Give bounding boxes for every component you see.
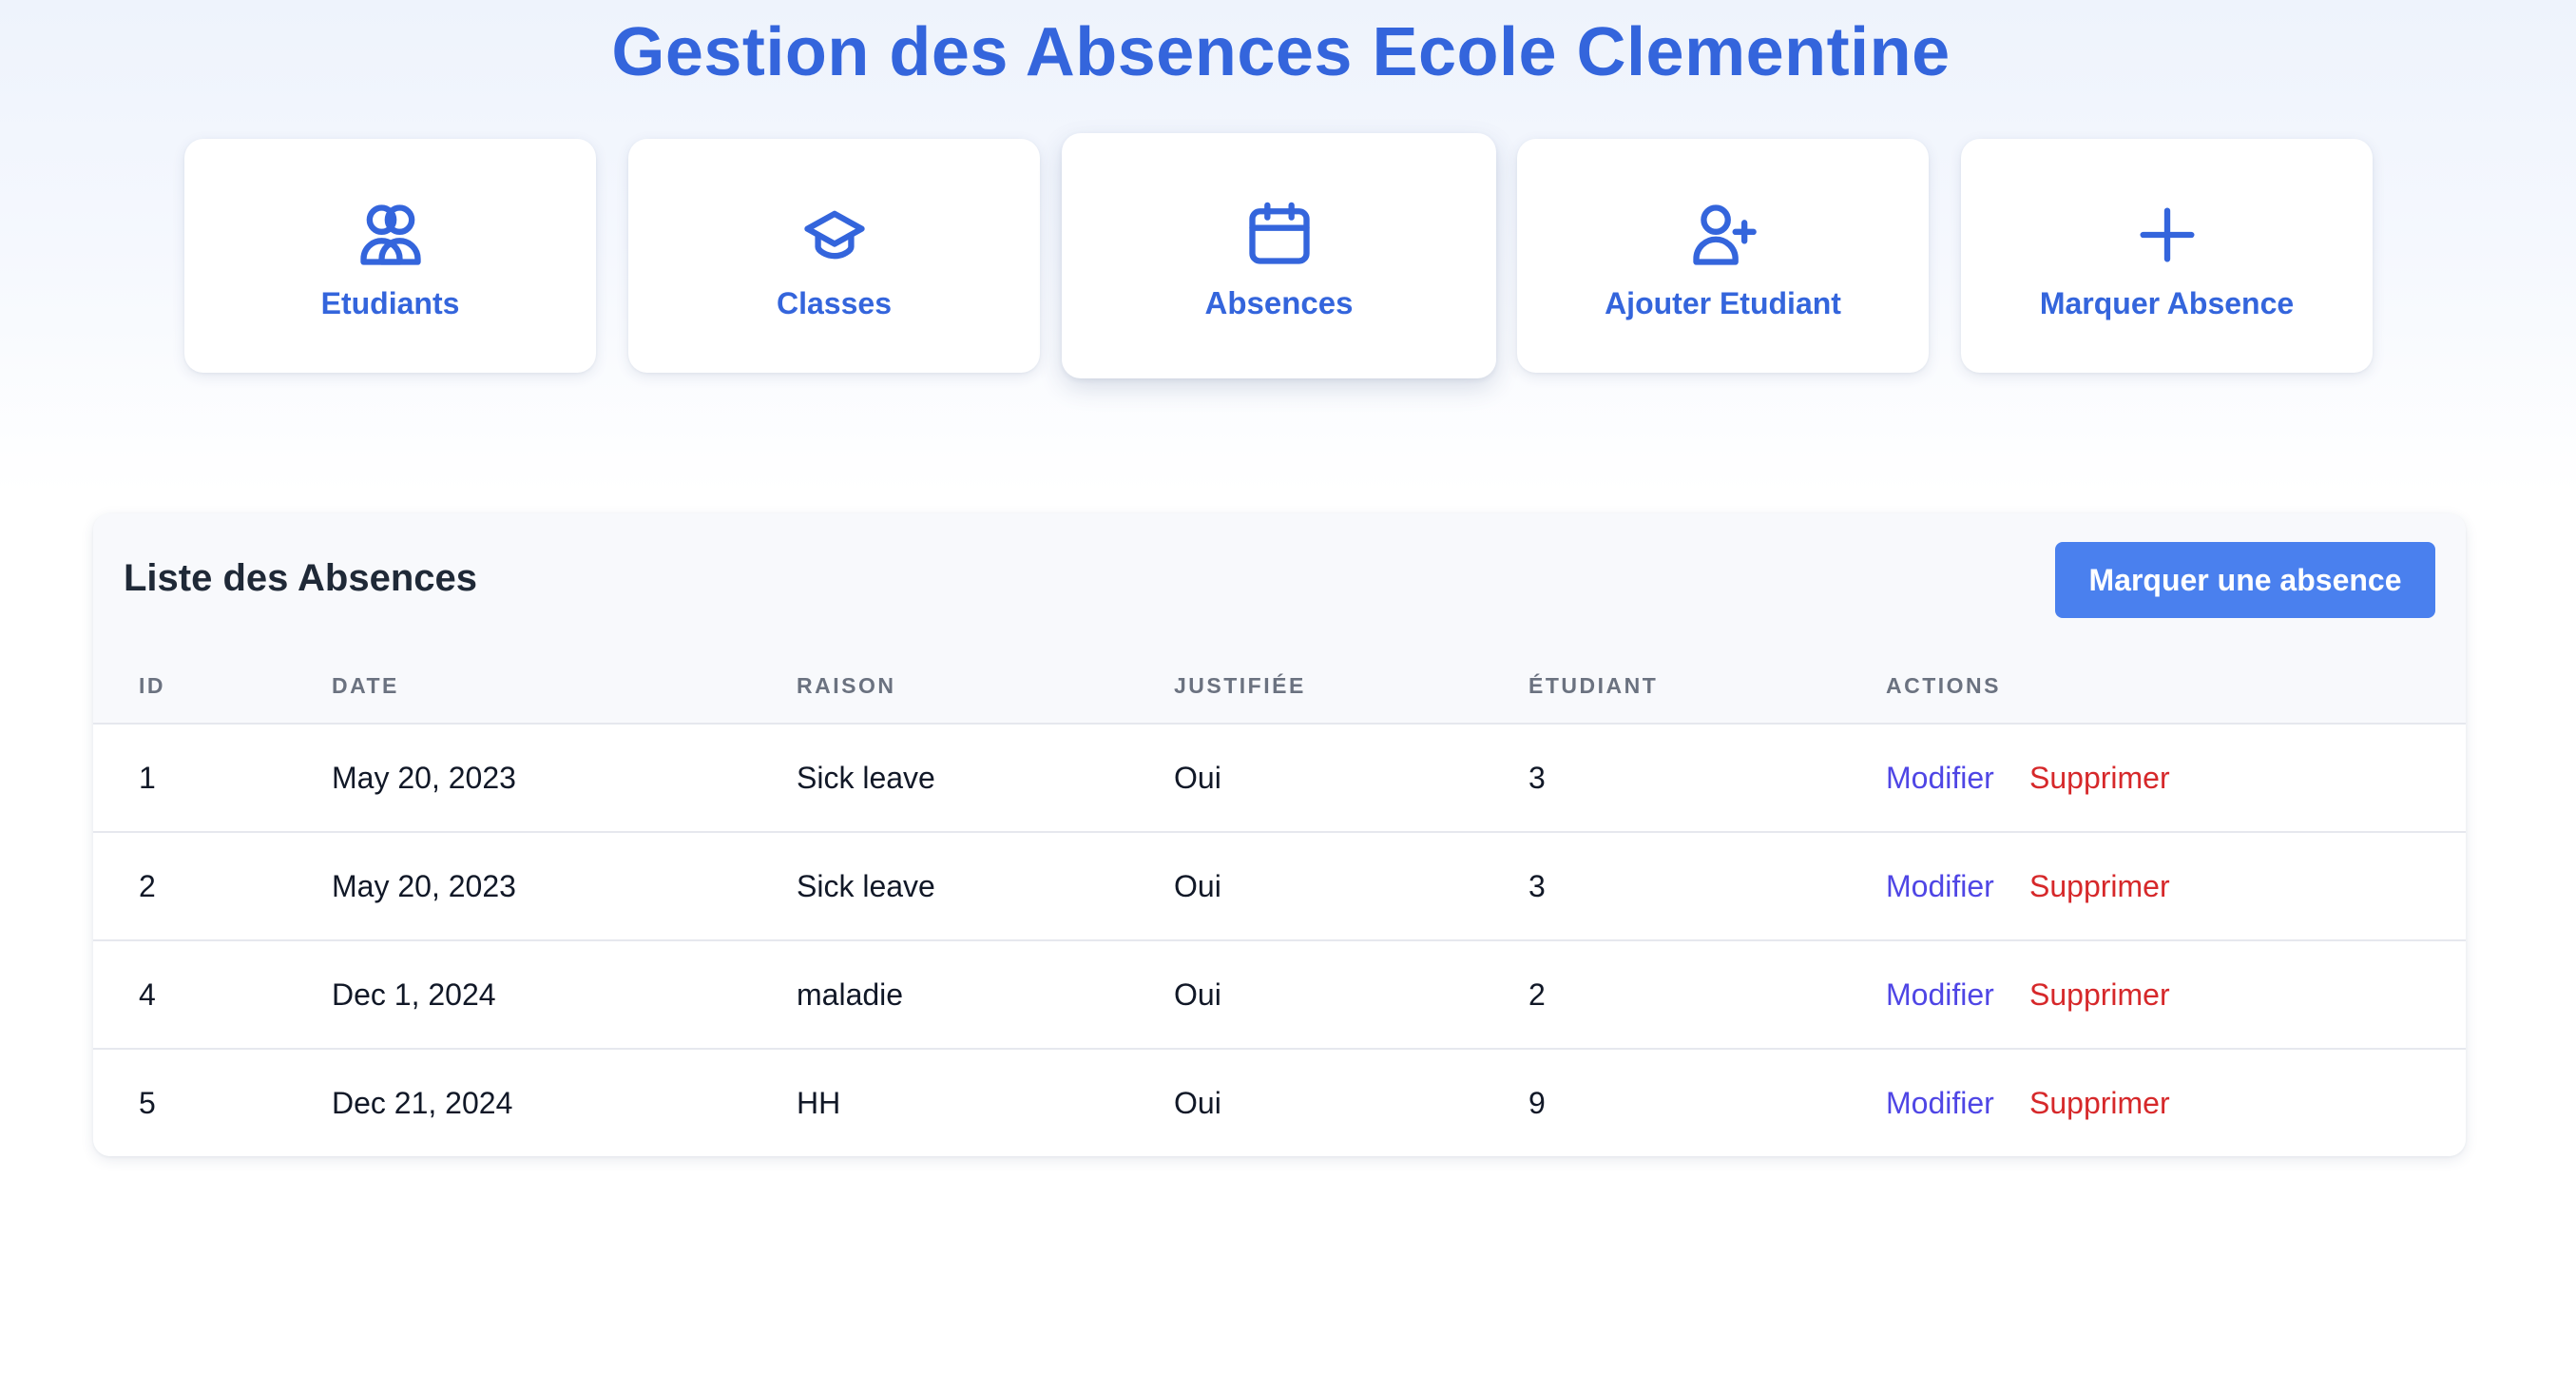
cell-date: May 20, 2023 xyxy=(332,761,516,795)
panel-header: Liste des Absences Marquer une absence I… xyxy=(93,513,2466,725)
cell-date: Dec 21, 2024 xyxy=(332,1086,513,1120)
absences-panel: Liste des Absences Marquer une absence I… xyxy=(93,513,2466,1156)
nav-card-absences[interactable]: Absences xyxy=(1062,133,1496,378)
cell-reason: maladie xyxy=(797,977,904,1012)
cell-student: 3 xyxy=(1528,761,1546,795)
nav-card-classes[interactable]: Classes xyxy=(628,139,1040,373)
calendar-icon xyxy=(1243,198,1316,270)
cell-student: 9 xyxy=(1528,1086,1546,1120)
delete-link[interactable]: Supprimer xyxy=(2029,869,2170,904)
cell-justified: Oui xyxy=(1174,869,1221,903)
users-icon xyxy=(355,199,427,271)
cell-reason: Sick leave xyxy=(797,761,935,795)
nav-card-etudiants[interactable]: Etudiants xyxy=(184,139,596,373)
delete-link[interactable]: Supprimer xyxy=(2029,761,2170,796)
column-header-id: ID xyxy=(139,673,165,698)
cell-justified: Oui xyxy=(1174,761,1221,795)
table-row: 5 Dec 21, 2024 HH Oui 9 Modifier Supprim… xyxy=(93,1050,2466,1156)
cell-justified: Oui xyxy=(1174,1086,1221,1120)
edit-link[interactable]: Modifier xyxy=(1886,869,1994,904)
user-plus-icon xyxy=(1687,199,1759,271)
cell-justified: Oui xyxy=(1174,977,1221,1012)
cell-reason: Sick leave xyxy=(797,869,935,903)
nav-card-label: Ajouter Etudiant xyxy=(1605,285,1841,320)
nav-card-ajouter-etudiant[interactable]: Ajouter Etudiant xyxy=(1517,139,1929,373)
nav-cards: Etudiants Classes Absences Ajouter Etudi… xyxy=(0,133,2576,386)
nav-card-label: Absences xyxy=(1204,285,1354,320)
panel-title: Liste des Absences xyxy=(124,557,478,599)
table-row: 1 May 20, 2023 Sick leave Oui 3 Modifier… xyxy=(93,725,2466,833)
nav-card-marquer-absence[interactable]: Marquer Absence xyxy=(1961,139,2373,373)
nav-card-label: Classes xyxy=(777,285,892,320)
column-header-justified: JUSTIFIÉE xyxy=(1174,673,1306,698)
nav-card-label: Etudiants xyxy=(320,285,460,320)
mark-absence-button[interactable]: Marquer une absence xyxy=(2055,542,2435,618)
table-row: 2 May 20, 2023 Sick leave Oui 3 Modifier… xyxy=(93,833,2466,941)
graduation-cap-icon xyxy=(798,199,871,271)
cell-date: May 20, 2023 xyxy=(332,869,516,903)
edit-link[interactable]: Modifier xyxy=(1886,1086,1994,1121)
column-header-reason: RAISON xyxy=(797,673,896,698)
cell-id: 4 xyxy=(139,977,156,1012)
edit-link[interactable]: Modifier xyxy=(1886,761,1994,796)
column-header-actions: ACTIONS xyxy=(1886,673,2001,698)
cell-id: 5 xyxy=(139,1086,156,1120)
column-header-date: DATE xyxy=(332,673,399,698)
cell-date: Dec 1, 2024 xyxy=(332,977,496,1012)
edit-link[interactable]: Modifier xyxy=(1886,977,1994,1013)
column-header-student: ÉTUDIANT xyxy=(1528,673,1659,698)
cell-id: 1 xyxy=(139,761,156,795)
cell-reason: HH xyxy=(797,1086,841,1120)
delete-link[interactable]: Supprimer xyxy=(2029,1086,2170,1121)
plus-icon xyxy=(2131,199,2203,271)
nav-card-label: Marquer Absence xyxy=(2039,285,2295,320)
table-row: 4 Dec 1, 2024 maladie Oui 2 Modifier Sup… xyxy=(93,941,2466,1050)
cell-id: 2 xyxy=(139,869,156,903)
page-title: Gestion des Absences Ecole Clementine xyxy=(611,14,1951,90)
delete-link[interactable]: Supprimer xyxy=(2029,977,2170,1013)
cell-student: 3 xyxy=(1528,869,1546,903)
cell-student: 2 xyxy=(1528,977,1546,1012)
